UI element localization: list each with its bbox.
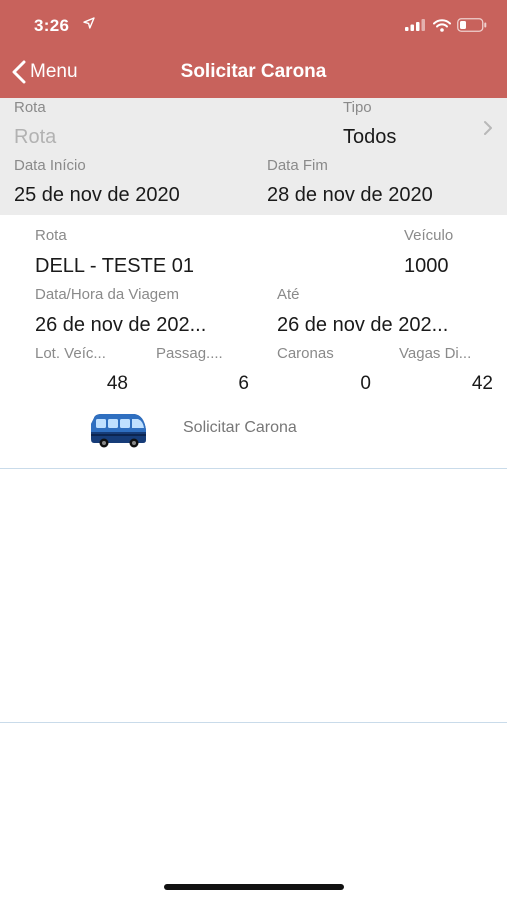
trip-passag-value: 6: [238, 373, 249, 394]
trip-veiculo-value: 1000: [404, 255, 449, 277]
nav-header: 3:26 Menu Solicitar Carona: [0, 0, 507, 98]
filter-tipo-select[interactable]: Todos: [343, 126, 396, 149]
trip-caronas-value: 0: [360, 373, 371, 394]
page-title: Solicitar Carona: [180, 61, 327, 82]
trip-data-hora-value: 26 de nov de 202...: [35, 314, 207, 336]
trip-rota-value: DELL - TESTE 01: [35, 255, 194, 277]
wifi-icon: [433, 18, 451, 32]
trip-ate-value: 26 de nov de 202...: [277, 314, 449, 336]
filter-rota-input[interactable]: Rota: [14, 126, 56, 149]
home-indicator[interactable]: [164, 884, 344, 890]
trip-vagas-value: 42: [471, 373, 493, 394]
trip-lot-label: Lot. Veíc...: [35, 345, 106, 362]
filter-data-fim-label: Data Fim: [267, 157, 328, 174]
trip-passag-label: Passag....: [156, 345, 223, 362]
trip-caronas-label: Caronas: [277, 345, 334, 362]
trip-data-hora-label: Data/Hora da Viagem: [35, 286, 179, 303]
filter-data-inicio-label: Data Início: [14, 157, 86, 174]
status-indicators: [405, 18, 487, 32]
chevron-right-icon[interactable]: [483, 120, 493, 136]
trip-lot-value: 48: [106, 373, 128, 394]
filter-tipo-label: Tipo: [343, 99, 372, 116]
trip-ate-label: Até: [277, 286, 300, 303]
request-ride-button[interactable]: Solicitar Carona: [183, 419, 297, 437]
filter-data-fim-field[interactable]: 28 de nov de 2020: [267, 184, 433, 207]
location-arrow-icon: [83, 17, 95, 29]
filter-panel: Rota Rota Tipo Todos Data Início 25 de n…: [0, 98, 507, 215]
status-time: 3:26: [34, 16, 70, 35]
battery-icon: [457, 18, 487, 32]
cellular-signal-icon: [405, 19, 425, 31]
filter-data-inicio-field[interactable]: 25 de nov de 2020: [14, 184, 180, 207]
trip-veiculo-label: Veículo: [404, 227, 454, 244]
trip-vagas-label: Vagas Di...: [399, 345, 472, 362]
trip-rota-label: Rota: [35, 227, 67, 244]
filter-rota-label: Rota: [14, 99, 46, 116]
bus-icon[interactable]: [88, 412, 148, 448]
list-separator: [0, 722, 507, 723]
